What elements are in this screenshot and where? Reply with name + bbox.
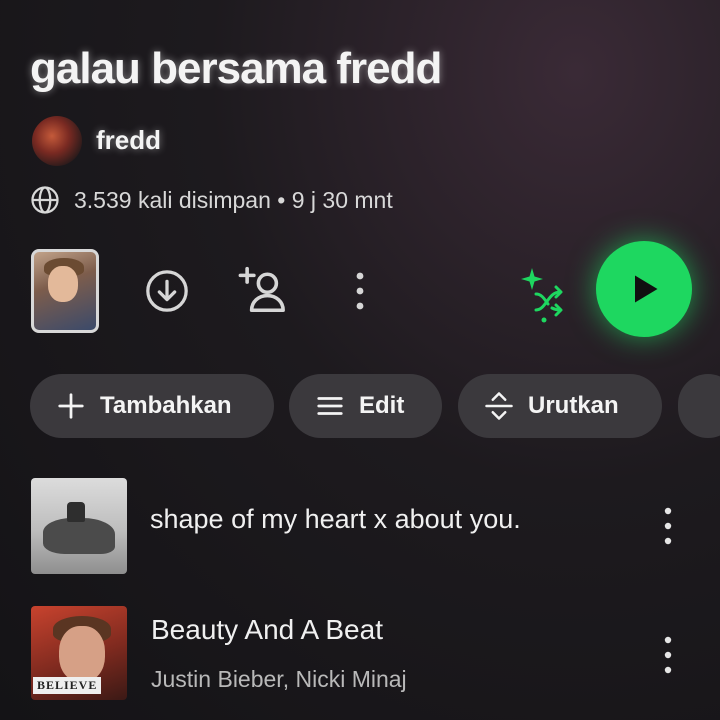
edit-button[interactable]: Edit: [289, 374, 442, 438]
download-button[interactable]: [142, 266, 192, 316]
track-1-title[interactable]: shape of my heart x about you.: [150, 504, 521, 535]
track-1-more-button[interactable]: [653, 501, 683, 551]
add-user-icon: [238, 266, 285, 313]
play-button[interactable]: [596, 241, 692, 337]
track-2-title[interactable]: Beauty And A Beat: [151, 614, 383, 646]
track-1-cover[interactable]: [31, 478, 127, 574]
stats-text: 3.539 kali disimpan • 9 j 30 mnt: [74, 186, 393, 213]
playlist-stats: 3.539 kali disimpan • 9 j 30 mnt: [30, 184, 393, 216]
smart-shuffle-button[interactable]: [512, 262, 576, 326]
smart-shuffle-icon: [521, 268, 563, 323]
owner-name[interactable]: fredd: [96, 125, 161, 156]
more-vertical-icon: [664, 507, 672, 545]
track-2-more-button[interactable]: [653, 630, 683, 680]
track-2-cover[interactable]: BELIEVE: [31, 606, 127, 700]
download-icon: [146, 270, 188, 312]
more-options-button[interactable]: [340, 266, 380, 316]
edit-label: Edit: [359, 392, 405, 419]
playlist-title: galau bersama fredd: [30, 44, 442, 93]
more-vertical-icon: [356, 272, 364, 310]
playlist-cover-thumbnail[interactable]: [31, 249, 99, 333]
sort-icon: [485, 392, 513, 420]
add-songs-label: Tambahkan: [100, 392, 232, 419]
play-icon: [635, 275, 658, 303]
more-chip-button[interactable]: [678, 374, 720, 438]
add-collaborator-button[interactable]: [236, 262, 292, 318]
album-cover-label: BELIEVE: [33, 677, 102, 694]
owner-avatar[interactable]: [32, 116, 82, 166]
sort-label: Urutkan: [528, 392, 619, 419]
more-vertical-icon: [664, 636, 672, 674]
sort-button[interactable]: Urutkan: [458, 374, 662, 438]
add-songs-button[interactable]: Tambahkan: [30, 374, 274, 438]
lines-icon: [317, 397, 343, 415]
track-2-artist[interactable]: Justin Bieber, Nicki Minaj: [151, 666, 407, 693]
globe-icon: [31, 186, 59, 214]
plus-icon: [58, 393, 84, 419]
